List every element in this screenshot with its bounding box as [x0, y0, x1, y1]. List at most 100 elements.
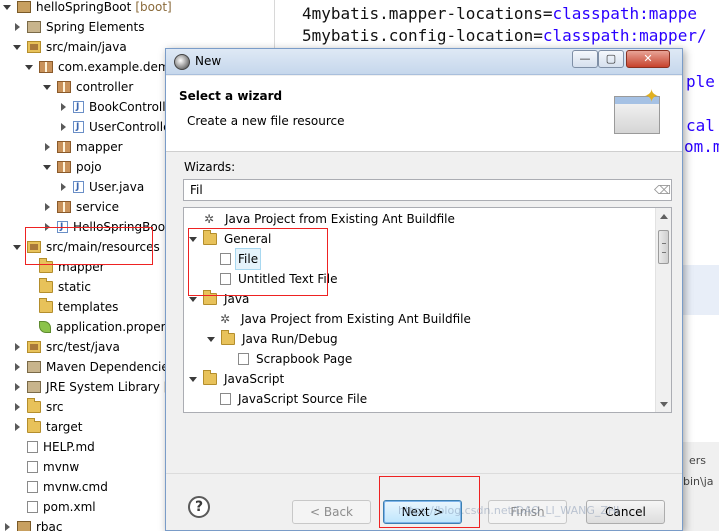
dialog-footer: ? < Back Next > Finish Cancel: [166, 473, 682, 530]
code-line-4: 4mybatis.mapper-locations=classpath:mapp…: [302, 4, 697, 23]
tree-item-controller[interactable]: controller: [42, 77, 133, 97]
expand-icon[interactable]: [12, 421, 24, 433]
expand-icon[interactable]: [24, 61, 36, 73]
scroll-thumb[interactable]: [658, 230, 669, 264]
expand-icon[interactable]: [58, 101, 70, 113]
tree-item-maven-dependencies[interactable]: Maven Dependencies: [12, 357, 175, 377]
dialog-title: New: [195, 54, 222, 68]
expand-icon[interactable]: [12, 401, 24, 413]
java-file-icon: [73, 177, 84, 197]
tree-item-templates[interactable]: templates: [24, 297, 118, 317]
sparkle-icon: ✦: [644, 86, 660, 107]
expand-icon[interactable]: [12, 341, 24, 353]
folder-icon: [39, 298, 53, 313]
package-icon: [57, 141, 71, 153]
tree-scrollbar[interactable]: [655, 208, 671, 412]
package-icon: [57, 81, 71, 93]
java-file-icon: [73, 117, 84, 137]
scroll-up-icon[interactable]: [660, 214, 668, 219]
tree-item-mvnw-cmd[interactable]: mvnw.cmd: [12, 477, 108, 497]
library-icon: [27, 381, 41, 393]
panel-tab-label[interactable]: ers: [689, 454, 706, 467]
wizard-category-javascript[interactable]: JavaScript: [188, 369, 286, 389]
minimize-button[interactable]: —: [572, 50, 598, 68]
tree-item-package[interactable]: com.example.demo: [24, 57, 177, 77]
js-file-icon: [220, 393, 231, 405]
wizard-item-file[interactable]: File: [220, 248, 262, 270]
text-file-icon: [220, 273, 231, 285]
source-folder-icon: [27, 241, 41, 253]
tree-item-target[interactable]: target: [12, 417, 83, 437]
wizard-tree[interactable]: Java Project from Existing Ant Buildfile…: [183, 207, 672, 413]
wizard-item-untitled-text-file[interactable]: Untitled Text File: [220, 269, 339, 289]
expand-icon[interactable]: [12, 381, 24, 393]
expand-icon[interactable]: [42, 201, 54, 213]
tree-item-jre-library[interactable]: JRE System Library[J: [12, 377, 172, 397]
close-button[interactable]: ✕: [626, 50, 670, 68]
help-icon[interactable]: ?: [188, 496, 210, 518]
expand-icon[interactable]: [42, 81, 54, 93]
tree-item-src[interactable]: src: [12, 397, 64, 417]
folder-icon: [203, 230, 217, 245]
package-icon: [57, 201, 71, 213]
tree-item-mapper-package[interactable]: mapper: [42, 137, 123, 157]
tree-item-src-main-java[interactable]: src/main/java: [12, 37, 127, 57]
expand-icon[interactable]: [12, 21, 24, 33]
current-line-highlight: [680, 265, 719, 315]
folder-icon: [203, 370, 217, 385]
tree-item-service[interactable]: service: [42, 197, 119, 217]
wizard-item-ant-buildfile[interactable]: Java Project from Existing Ant Buildfile: [204, 209, 457, 229]
code-fragment: cal: [686, 116, 715, 135]
expand-icon[interactable]: [2, 1, 14, 13]
expand-icon[interactable]: [206, 333, 218, 345]
clear-filter-icon[interactable]: ⌫: [654, 183, 671, 197]
wizard-filter-input[interactable]: [183, 179, 672, 201]
wizard-category-general[interactable]: General: [188, 229, 273, 249]
maximize-button[interactable]: ▢: [598, 50, 624, 68]
tree-item-spring-elements[interactable]: Spring Elements: [12, 17, 144, 37]
wizard-category-java-run-debug[interactable]: Java Run/Debug: [206, 329, 340, 349]
expand-icon[interactable]: [42, 161, 54, 173]
file-icon: [27, 441, 38, 453]
file-icon: [27, 481, 38, 493]
wizard-category-java[interactable]: Java: [188, 289, 251, 309]
expand-icon[interactable]: [12, 361, 24, 373]
tree-item-project[interactable]: helloSpringBoot [boot]: [2, 0, 172, 17]
tree-item-application-properties[interactable]: application.properties: [24, 317, 187, 337]
expand-icon[interactable]: [2, 521, 14, 531]
library-icon: [27, 21, 41, 33]
java-file-icon: [73, 97, 84, 117]
tree-item-src-test-java[interactable]: src/test/java: [12, 337, 120, 357]
expand-icon[interactable]: [42, 141, 54, 153]
folder-icon: [39, 278, 53, 293]
wizard-item-java-ant-buildfile[interactable]: Java Project from Existing Ant Buildfile: [220, 309, 473, 329]
expand-icon[interactable]: [12, 241, 24, 253]
library-icon: [27, 361, 41, 373]
tree-item-mvnw[interactable]: mvnw: [12, 457, 79, 477]
tree-item-pom-xml[interactable]: pom.xml: [12, 497, 96, 517]
watermark: https://blog.csdn.net/DAO_LI_WANG_ZHI: [398, 504, 620, 517]
properties-file-icon: [39, 321, 51, 333]
expand-icon[interactable]: [12, 41, 24, 53]
wizard-item-scrapbook-page[interactable]: Scrapbook Page: [238, 349, 354, 369]
source-folder-icon: [27, 41, 41, 53]
back-button[interactable]: < Back: [292, 500, 371, 524]
new-wizard-dialog: New — ▢ ✕ Select a wizard Create a new f…: [165, 48, 683, 531]
tree-item-src-main-resources[interactable]: src/main/resources: [12, 237, 160, 257]
tree-item-mapper-folder[interactable]: mapper: [24, 257, 105, 277]
expand-icon[interactable]: [188, 293, 200, 305]
tree-item-static[interactable]: static: [24, 277, 91, 297]
expand-icon[interactable]: [58, 181, 70, 193]
expand-icon[interactable]: [58, 121, 70, 133]
dialog-titlebar[interactable]: New — ▢ ✕: [166, 49, 682, 75]
tree-item-rbac[interactable]: rbac: [2, 517, 63, 531]
expand-icon[interactable]: [188, 373, 200, 385]
tree-item-help-md[interactable]: HELP.md: [12, 437, 95, 457]
expand-icon[interactable]: [188, 233, 200, 245]
tree-item-user-java[interactable]: User.java: [58, 177, 144, 197]
scroll-down-icon[interactable]: [660, 402, 668, 407]
expand-icon[interactable]: [42, 221, 54, 233]
wizard-item-javascript-source-file[interactable]: JavaScript Source File: [220, 389, 369, 409]
package-icon: [57, 161, 71, 173]
tree-item-pojo[interactable]: pojo: [42, 157, 102, 177]
